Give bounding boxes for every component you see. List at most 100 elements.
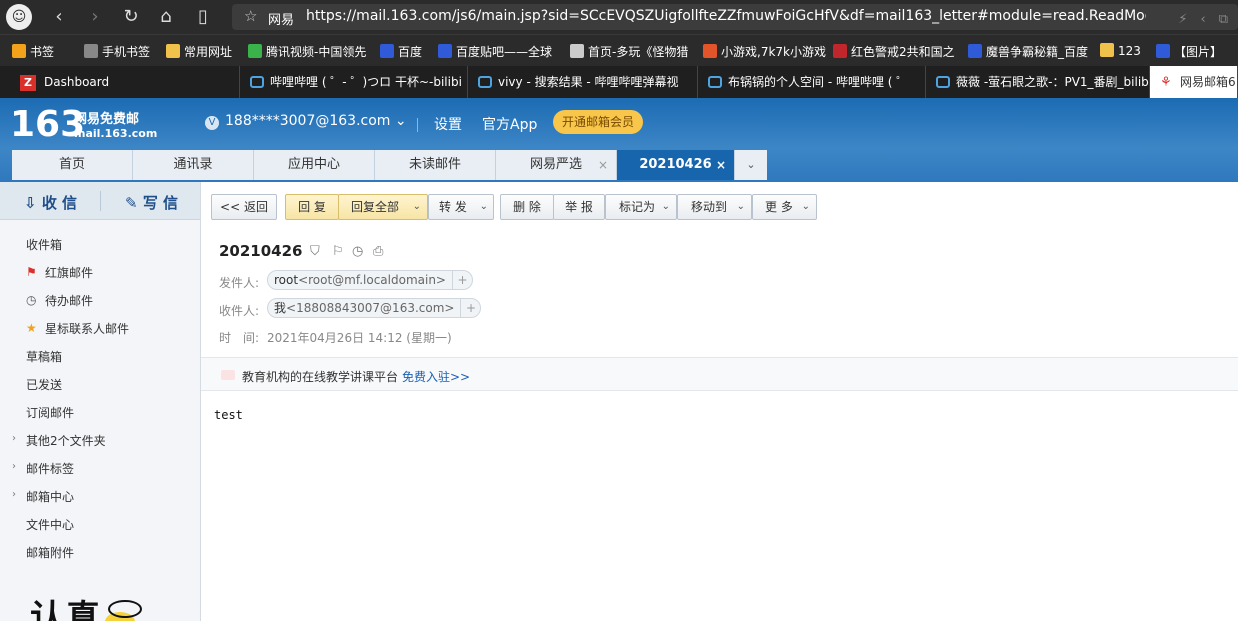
forward-icon[interactable]: › [84, 6, 106, 28]
mark-as-button[interactable]: 标记为 ⌄ [605, 194, 677, 220]
bookmark-label: 123 [1118, 44, 1141, 58]
sidebar-item[interactable]: › 邮件标签 [12, 460, 74, 480]
receive-button[interactable]: ⇩ 收 信 [24, 192, 77, 213]
bookmark-label: 红色警戒2共和国之 [851, 45, 955, 59]
bookmark-item[interactable]: 小游戏,7k7k小游戏 [703, 43, 827, 60]
browser-tab[interactable]: ⚘ 网易邮箱6 [1150, 66, 1238, 98]
bookmark-item[interactable]: 红色警戒2共和国之 [833, 43, 961, 60]
mail-tab[interactable]: 应用中心 [254, 150, 375, 180]
more-label: 更 多 [765, 200, 793, 214]
sidebar-item[interactable]: ★ 星标联系人邮件 [26, 320, 129, 340]
bilibili-icon [250, 76, 264, 88]
bilibili-icon [478, 76, 492, 88]
sidebar-item[interactable]: ◷ 待办邮件 [26, 292, 93, 312]
add-contact-icon[interactable]: + [460, 299, 480, 317]
to-label: 收件人: [219, 304, 260, 318]
bookmark-item[interactable]: 腾讯视频-中国领先 [248, 43, 372, 60]
back-icon[interactable]: ‹ [48, 6, 70, 28]
clock-icon[interactable]: ◷ [352, 244, 363, 259]
sidebar-item-label: 文件中心 [26, 518, 75, 532]
move-to-button[interactable]: 移动到 ⌄ [677, 194, 752, 220]
expand-icon[interactable]: › [12, 461, 16, 472]
reader-icon[interactable]: ▯ [192, 6, 214, 28]
sidebar-item[interactable]: › 其他2个文件夹 [12, 432, 106, 452]
bookmark-item[interactable]: 百度 [380, 43, 432, 60]
reply-button[interactable]: 回 复 [285, 194, 339, 220]
add-contact-icon[interactable]: + [452, 271, 472, 289]
address-bar[interactable]: ☆ 网易 https://mail.163.com/js6/main.jsp?s… [232, 4, 1238, 30]
back-button[interactable]: << 返回 [211, 194, 277, 220]
home-icon[interactable]: ⌂ [155, 6, 177, 28]
mail-subject: 20210426 [219, 242, 303, 260]
bookmark-item[interactable]: 首页-多玩《怪物猎 [570, 43, 696, 60]
sidebar-item-label: 订阅邮件 [26, 406, 75, 420]
bookmark-icon[interactable]: ⛉ [310, 244, 320, 259]
sidebar-item[interactable]: 订阅邮件 [26, 404, 74, 424]
chevron-down-icon: ⌄ [801, 201, 810, 212]
more-button[interactable]: 更 多 ⌄ [752, 194, 817, 220]
report-button[interactable]: 举 报 [553, 194, 605, 220]
mail-tab[interactable]: 网易严选 × [496, 150, 617, 180]
sidebar-item[interactable]: › 邮箱中心 [12, 488, 74, 508]
bookmark-item[interactable]: 常用网址 [166, 43, 242, 60]
account-menu[interactable]: V 188****3007@163.com ⌄ [205, 113, 407, 130]
mail-tab[interactable]: 20210426 × [617, 150, 735, 180]
sidebar-item[interactable]: ⚑ 红旗邮件 [26, 264, 93, 284]
delete-button[interactable]: 删 除 [500, 194, 554, 220]
more-tabs-icon[interactable]: ⌄ [735, 150, 767, 180]
sidebar-item[interactable]: 邮箱附件 [26, 544, 74, 564]
bookmark-icon [12, 44, 26, 58]
sender-chip[interactable]: root<root@mf.localdomain> + [267, 270, 473, 290]
address-actions-icon[interactable]: ⚡ ‹ ⧉ [1178, 8, 1228, 27]
sidebar-item[interactable]: 草稿箱 [26, 348, 62, 368]
bookmark-item[interactable]: 书签 [12, 43, 72, 60]
chevron-down-icon[interactable]: ⌄ [413, 195, 421, 219]
browser-tab[interactable]: vivy - 搜索结果 - 哔哩哔哩弹幕视 [468, 66, 698, 98]
bookmark-icon [833, 44, 847, 58]
expand-icon[interactable]: › [12, 433, 16, 444]
tab-label: 布锅锅的个人空间 - 哔哩哔哩 ( ゜ [728, 75, 909, 89]
star-icon: ★ [26, 321, 37, 335]
sidebar-item[interactable]: 文件中心 [26, 516, 74, 536]
browser-tab[interactable]: 薇薇 -萤石眼之歌-：PV1_番剧_bilib [926, 66, 1150, 98]
recipient-chip[interactable]: 我<18808843007@163.com> + [267, 298, 482, 318]
bookmark-label: 腾讯视频-中国领先 [266, 45, 367, 59]
bookmark-star-icon[interactable]: ☆ [244, 7, 257, 25]
bookmark-item[interactable]: 百度贴吧——全球 [438, 43, 562, 60]
browser-toolbar: ☺ ‹ › ↻ ⌂ ▯ ☆ 网易 https://mail.163.com/js… [0, 0, 1238, 34]
bookmark-item[interactable]: 123 [1100, 43, 1148, 58]
browser-avatar-icon[interactable]: ☺ [6, 4, 32, 30]
sidebar-item[interactable]: 收件箱 [26, 236, 62, 256]
sidebar-item[interactable]: 已发送 [26, 376, 62, 396]
bookmark-item[interactable]: 手机书签 [84, 43, 160, 60]
vip-button[interactable]: 开通邮箱会员 [553, 110, 644, 134]
app-link[interactable]: 官方App [482, 114, 537, 134]
mail-tab[interactable]: 未读邮件 [375, 150, 496, 180]
bookmark-item[interactable]: 【图片】 [1156, 43, 1238, 60]
vip-badge-icon: V [205, 116, 219, 130]
print-icon[interactable]: ⎙ [373, 244, 383, 259]
close-icon[interactable]: × [716, 150, 726, 180]
reply-all-button[interactable]: 回复全部 ⌄ [338, 194, 428, 220]
browser-tab[interactable]: Z Dashboard [10, 66, 240, 98]
close-icon[interactable]: × [598, 150, 608, 180]
mail-tab[interactable]: 通讯录 [133, 150, 254, 180]
bookmark-item[interactable]: 魔兽争霸秘籍_百度 [968, 43, 1092, 60]
sidebar-item-label: 邮箱附件 [26, 546, 75, 560]
browser-tab[interactable]: 布锅锅的个人空间 - 哔哩哔哩 ( ゜ [698, 66, 926, 98]
bookmark-label: 魔兽争霸秘籍_百度 [986, 45, 1089, 59]
chevron-down-icon[interactable]: ⌄ [480, 195, 488, 219]
flag-icon[interactable]: ⚐ [332, 244, 344, 259]
settings-link[interactable]: 设置 [434, 114, 462, 134]
ad-link[interactable]: 免费入驻>> [402, 368, 470, 385]
reload-icon[interactable]: ↻ [120, 6, 142, 28]
write-button[interactable]: ✎ 写 信 [125, 192, 178, 213]
mail-tab-label: 应用中心 [287, 157, 340, 172]
forward-button[interactable]: 转 发 ⌄ [428, 194, 494, 220]
url-text[interactable]: https://mail.163.com/js6/main.jsp?sid=SC… [306, 8, 1146, 24]
browser-tab[interactable]: 哔哩哔哩 ( ゜- ゜)つロ 干杯~-bilibi [240, 66, 468, 98]
expand-icon[interactable]: › [12, 489, 16, 500]
zabbix-icon: Z [20, 75, 36, 91]
forward-label: 转 发 [439, 200, 467, 214]
mail-tab[interactable]: 首页 [12, 150, 133, 180]
